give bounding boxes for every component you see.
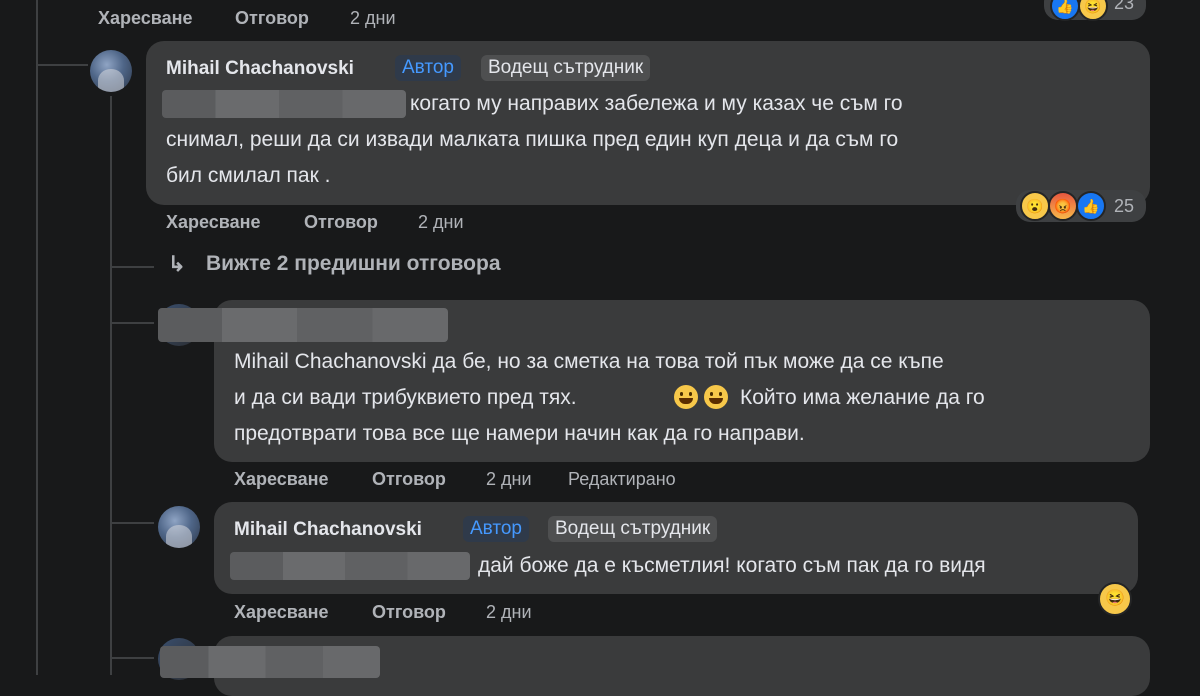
comment-text: предотврати това все ще намери начин как… bbox=[234, 422, 805, 445]
redacted-mention bbox=[230, 552, 470, 580]
view-previous-replies-label: Вижте 2 предишни отговора bbox=[206, 252, 501, 275]
redacted-author-name bbox=[158, 308, 448, 342]
timestamp[interactable]: 2 дни bbox=[486, 469, 532, 490]
thread-line-replies bbox=[110, 96, 112, 675]
angry-icon: 😡 bbox=[1048, 191, 1078, 221]
reactions-summary[interactable]: 👍 😆 23 bbox=[1044, 0, 1146, 21]
grinning-emoji-icon bbox=[702, 385, 730, 410]
thread-connector bbox=[110, 522, 154, 524]
thread-line-main bbox=[36, 0, 38, 675]
like-button[interactable]: Харесване bbox=[98, 8, 193, 29]
like-icon: 👍 bbox=[1050, 0, 1080, 21]
comment-text: дай боже да е късметлия! когато съм пак … bbox=[478, 554, 986, 577]
comment-text: Който има желание да го bbox=[740, 386, 985, 409]
like-button[interactable]: Харесване bbox=[234, 602, 329, 623]
author-name[interactable]: Mihail Chachanovski bbox=[234, 519, 422, 541]
thread-connector bbox=[110, 322, 154, 324]
comment-text: и да си вади трибуквието пред тях. bbox=[234, 386, 577, 409]
author-badge: Автор bbox=[395, 55, 461, 81]
reply-button[interactable]: Отговор bbox=[235, 8, 309, 29]
timestamp[interactable]: 2 дни bbox=[486, 602, 532, 623]
comment-text: Mihail Chachanovski да бе, но за сметка … bbox=[234, 350, 944, 373]
reply-arrow-icon: ↳ bbox=[168, 253, 186, 276]
grinning-emoji-icon bbox=[672, 385, 700, 410]
haha-icon: 😆 bbox=[1078, 0, 1108, 21]
thread-connector bbox=[110, 657, 154, 659]
timestamp[interactable]: 2 дни bbox=[418, 212, 464, 233]
thread-connector bbox=[110, 266, 154, 268]
redacted-mention bbox=[162, 90, 406, 118]
author-badge: Автор bbox=[463, 516, 529, 542]
reply-button[interactable]: Отговор bbox=[304, 212, 378, 233]
avatar[interactable] bbox=[158, 506, 200, 548]
reactions-summary[interactable]: 😮 😡 👍 25 bbox=[1016, 190, 1146, 222]
edited-label[interactable]: Редактирано bbox=[568, 469, 676, 490]
like-button[interactable]: Харесване bbox=[234, 469, 329, 490]
thread-connector bbox=[36, 64, 88, 66]
like-button[interactable]: Харесване bbox=[166, 212, 261, 233]
reply-button[interactable]: Отговор bbox=[372, 602, 446, 623]
haha-icon[interactable]: 😆 bbox=[1098, 582, 1132, 616]
author-name[interactable]: Mihail Chachanovski bbox=[166, 58, 354, 80]
wow-icon: 😮 bbox=[1020, 191, 1050, 221]
top-contributor-badge: Водещ сътрудник bbox=[481, 55, 651, 81]
like-icon: 👍 bbox=[1076, 191, 1106, 221]
avatar[interactable] bbox=[90, 50, 132, 92]
redacted-author-name bbox=[160, 646, 380, 678]
reaction-count: 25 bbox=[1114, 196, 1135, 216]
timestamp[interactable]: 2 дни bbox=[350, 8, 396, 29]
comment-text: бил смилал пак . bbox=[166, 164, 331, 187]
reply-button[interactable]: Отговор bbox=[372, 469, 446, 490]
comment-text: снимал, реши да си извади малката пишка … bbox=[166, 128, 899, 151]
comment-text: когато му направих забележа и му казах ч… bbox=[410, 92, 903, 115]
top-contributor-badge: Водещ сътрудник bbox=[548, 516, 718, 542]
reaction-count: 23 bbox=[1114, 0, 1135, 13]
